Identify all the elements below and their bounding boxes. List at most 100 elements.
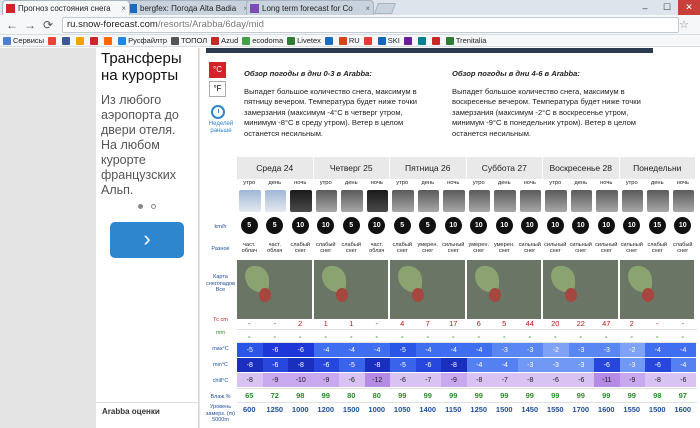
forward-icon[interactable]: →	[22, 17, 38, 33]
bookmark-item[interactable]	[324, 36, 335, 45]
freezing-level-cell: 1500	[342, 405, 360, 414]
bookmark-label: Livetex	[297, 36, 321, 45]
freezing-level-cell: 1200	[317, 405, 335, 414]
carousel-next-button[interactable]: ›	[110, 222, 184, 258]
chill-temp-cell: -11	[594, 373, 620, 387]
snow-map-row-label[interactable]: Карта снегопадов Все	[204, 274, 237, 294]
summary-text: Выпадет большое количество снега, максим…	[452, 86, 641, 138]
row-divider	[237, 342, 697, 343]
minimize-icon[interactable]: –	[634, 0, 656, 15]
humidity-cell: 72	[270, 391, 279, 400]
period-label: день	[421, 180, 435, 186]
weather-snow-icon	[417, 190, 439, 212]
back-icon[interactable]: ←	[4, 17, 20, 33]
period-label: утро	[319, 180, 332, 186]
snow-map-thumbnail[interactable]	[619, 260, 694, 319]
period-label: ночь	[447, 180, 460, 186]
rain-mm-row-label: mm	[215, 330, 226, 336]
bookmark-item[interactable]: ТОПОЛ	[171, 36, 207, 45]
browser-tab[interactable]: bergfex: Погода Alta Badia ×	[124, 0, 252, 15]
bookmark-item[interactable]	[90, 36, 100, 45]
period-label: ночь	[370, 180, 383, 186]
snow-map-thumbnail[interactable]	[543, 260, 618, 319]
snow-type-cell: сильный снег	[595, 242, 618, 255]
min-temp-cell: -8	[237, 358, 263, 372]
max-temp-cell: -6	[262, 343, 288, 357]
bookmark-item[interactable]	[104, 36, 114, 45]
tab-title: bergfex: Погода Alta Badia	[140, 3, 237, 13]
new-tab-button[interactable]	[373, 3, 397, 14]
bookmark-item[interactable]: Azud	[211, 36, 238, 45]
wind-speed-icon: 10	[444, 216, 462, 234]
humidity-cell: 99	[602, 391, 611, 400]
maximize-icon[interactable]: ☐	[656, 0, 678, 15]
browser-tab[interactable]: Long term forecast for Co ×	[246, 0, 374, 15]
snow-map-thumbnail[interactable]	[313, 260, 388, 319]
humidity-cell: 99	[551, 391, 560, 400]
bookmark-item[interactable]	[417, 36, 428, 45]
bookmark-item[interactable]	[62, 36, 72, 45]
bookmark-icon	[76, 36, 85, 45]
bookmark-item[interactable]	[431, 36, 442, 45]
summary-title: Обзор погоды в дни 0-3 в Arabba:	[244, 69, 372, 78]
snow-type-cell: сильный снег	[620, 242, 643, 255]
url-input[interactable]: ru.snow-forecast.com/resorts/Arabba/6day…	[62, 16, 679, 33]
weather-snow-icon	[315, 190, 337, 212]
chill-temp-cell: -6	[339, 373, 365, 387]
bookmark-item[interactable]	[363, 36, 374, 45]
bookmark-icon	[90, 36, 99, 45]
summary-days-4-6: Обзор погоды в дни 4-6 в Arabba: Выпадет…	[452, 69, 655, 139]
bookmark-item[interactable]: ecodoma	[242, 36, 283, 45]
wind-cell: 10	[620, 215, 645, 235]
snow-map-thumbnail[interactable]	[466, 260, 541, 319]
bookmark-item[interactable]	[48, 36, 58, 45]
chill-temp-cell: -9	[313, 373, 339, 387]
bookmark-item[interactable]: Livetex	[287, 36, 321, 45]
browser-tab[interactable]: Прогноз состояния снега ×	[2, 0, 130, 15]
wind-cell: 10	[492, 215, 517, 235]
bookmark-item[interactable]: SKI	[377, 36, 400, 45]
min-temp-cell: -3	[517, 358, 543, 372]
bookmark-icon	[403, 36, 412, 45]
snow-map-thumbnail[interactable]	[390, 260, 465, 319]
forecast-table: km/h Разное Карта снегопадов Все Тс cm m…	[204, 157, 700, 428]
min-temp-row-label: min°C	[212, 362, 229, 368]
carousel-dot[interactable]	[138, 204, 143, 209]
snow-type-cell: слабый снег	[341, 242, 362, 255]
summary-days-0-3: Обзор погоды в дни 0-3 в Arabba: Выпадет…	[244, 69, 429, 139]
bookmark-item[interactable]	[403, 36, 414, 45]
previous-week-link[interactable]: Неделей раньше	[207, 121, 235, 135]
bookmark-item[interactable]	[76, 36, 86, 45]
bookmark-item[interactable]: Trenitalia	[445, 36, 486, 45]
bookmark-star-icon[interactable]: ☆	[679, 18, 693, 31]
clock-icon[interactable]	[211, 105, 225, 119]
period-label: утро	[472, 180, 485, 186]
reload-icon[interactable]: ⟳	[40, 17, 56, 33]
wind-speed-icon: 5	[342, 216, 360, 234]
wind-cell: 15	[645, 215, 670, 235]
bookmark-item[interactable]: Сервисы	[3, 36, 44, 45]
weather-partly-icon	[264, 190, 286, 212]
row-divider	[237, 329, 697, 330]
bookmark-icon	[363, 36, 372, 45]
tab-close-icon[interactable]: ×	[121, 4, 126, 13]
wind-speed-icon: 10	[597, 216, 615, 234]
bookmark-icon	[104, 36, 113, 45]
tab-close-icon[interactable]: ×	[365, 4, 370, 13]
carousel-dot[interactable]	[151, 204, 156, 209]
wind-speed-icon: 15	[648, 216, 666, 234]
bookmark-item[interactable]: RU	[338, 36, 360, 45]
bookmark-icon	[324, 36, 333, 45]
period-label: утро	[549, 180, 562, 186]
close-window-icon[interactable]: ✕	[678, 0, 700, 15]
bookmark-label: Сервисы	[13, 36, 45, 45]
wind-cell: 10	[569, 215, 594, 235]
weather-snow-icon	[468, 190, 490, 212]
celsius-toggle[interactable]: °C	[209, 62, 226, 78]
bookmark-item[interactable]: Русфайлтр	[118, 36, 167, 45]
max-temp-cell: -2	[543, 343, 569, 357]
fahrenheit-toggle[interactable]: °F	[209, 81, 226, 97]
snow-map-thumbnail[interactable]	[237, 260, 312, 319]
day-header: Воскресенье 28	[543, 157, 620, 179]
chill-temp-cell: -7	[492, 373, 518, 387]
